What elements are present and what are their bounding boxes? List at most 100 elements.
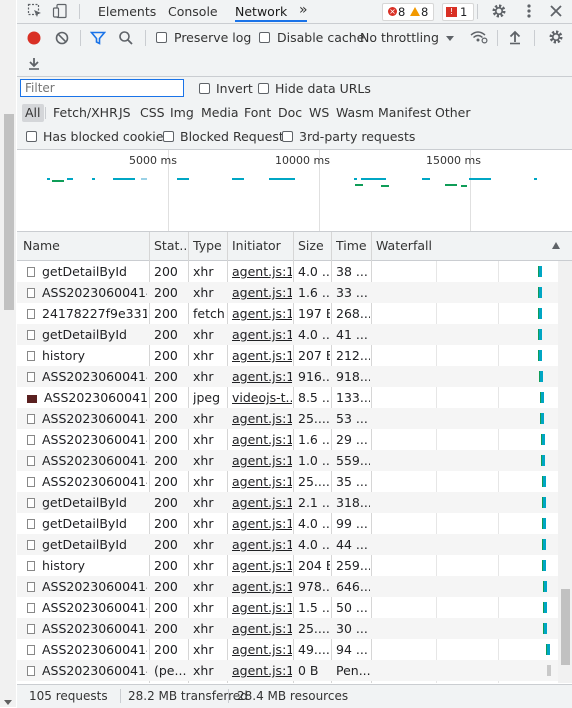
- invert-label[interactable]: Invert: [216, 81, 253, 96]
- request-name-cell[interactable]: ASS20230600414...: [27, 408, 147, 429]
- issues-counter[interactable]: ! 1: [442, 3, 474, 21]
- request-initiator[interactable]: agent.js:1: [232, 639, 292, 660]
- type-all[interactable]: All: [22, 104, 44, 122]
- error-warning-counter[interactable]: × 8 8: [382, 3, 434, 21]
- hide-data-urls-label[interactable]: Hide data URLs: [275, 81, 371, 96]
- tab-console[interactable]: Console: [168, 4, 218, 20]
- request-name-cell[interactable]: ASS20230600414...: [27, 660, 147, 681]
- type-css[interactable]: CSS: [137, 104, 168, 122]
- throttling-select[interactable]: No throttling: [360, 30, 439, 45]
- request-name-cell[interactable]: getDetailById: [27, 513, 147, 534]
- tab-network[interactable]: Network: [235, 4, 287, 20]
- blocked-cookies-label[interactable]: Has blocked cookies: [43, 129, 170, 144]
- request-initiator[interactable]: agent.js:1: [232, 408, 292, 429]
- page-scrollbar-thumb[interactable]: [4, 114, 14, 310]
- request-initiator[interactable]: agent.js:1: [232, 429, 292, 450]
- column-initiator[interactable]: Initiator: [232, 232, 292, 260]
- table-row[interactable]: ASS20230600414... 200 xhr agent.js:1 1.6 ...…: [17, 429, 558, 450]
- table-row[interactable]: ASS20230600414... 200 xhr agent.js:1 1.5 ...…: [17, 597, 558, 618]
- request-name-cell[interactable]: 24178227f9e331...: [27, 303, 147, 324]
- table-row[interactable]: ASS20230600414... 200 xhr agent.js:1 25.... 3…: [17, 471, 558, 492]
- search-icon[interactable]: [118, 30, 134, 46]
- table-scrollbar-thumb[interactable]: [561, 589, 570, 665]
- table-row[interactable]: getDetailById 200 xhr agent.js:1 4.0 ... 41 .…: [17, 324, 558, 345]
- preserve-log-label[interactable]: Preserve log: [174, 30, 251, 45]
- column-type[interactable]: Type: [193, 232, 227, 260]
- request-initiator[interactable]: agent.js:1: [232, 303, 292, 324]
- request-initiator[interactable]: agent.js:1: [232, 576, 292, 597]
- scroll-down-arrow-icon[interactable]: [4, 700, 12, 705]
- request-name-cell[interactable]: ASS20230600414...: [27, 618, 147, 639]
- table-row[interactable]: getDetailById 200 xhr agent.js:1 4.0 ... 38 .…: [17, 261, 558, 282]
- request-name-cell[interactable]: getDetailById: [27, 492, 147, 513]
- network-conditions-icon[interactable]: [470, 29, 488, 45]
- clear-icon[interactable]: [54, 30, 70, 46]
- request-initiator[interactable]: agent.js:1: [232, 660, 292, 681]
- device-toolbar-icon[interactable]: [52, 3, 68, 19]
- table-row[interactable]: getDetailById 200 xhr agent.js:1 4.0 ... 44 .…: [17, 534, 558, 555]
- request-name-cell[interactable]: getDetailById: [27, 534, 147, 555]
- request-initiator[interactable]: videojs-t...: [232, 387, 292, 408]
- type-ws[interactable]: WS: [306, 104, 332, 122]
- type-font[interactable]: Font: [241, 104, 274, 122]
- table-row[interactable]: ASS20230600414... 200 xhr agent.js:1 1.0 ...…: [17, 450, 558, 471]
- hide-data-urls-checkbox[interactable]: [258, 83, 269, 94]
- table-row[interactable]: history 200 xhr agent.js:1 207 B 212...: [17, 345, 558, 366]
- request-initiator[interactable]: agent.js:1: [232, 450, 292, 471]
- network-settings-gear-icon[interactable]: [548, 29, 564, 45]
- request-name-cell[interactable]: history: [27, 555, 147, 576]
- table-row[interactable]: ASS20230600414... (pe... xhr agent.js:1 0 B P…: [17, 660, 558, 681]
- request-name-cell[interactable]: ASS20230600414...: [27, 576, 147, 597]
- table-row[interactable]: ASS20230600414... 200 xhr agent.js:1 1.6 ...…: [17, 282, 558, 303]
- tab-elements[interactable]: Elements: [98, 4, 156, 20]
- request-initiator[interactable]: agent.js:1: [232, 261, 292, 282]
- request-initiator[interactable]: agent.js:1: [232, 513, 292, 534]
- page-scrollbar[interactable]: [0, 0, 16, 707]
- request-name-cell[interactable]: ASS20230600414...: [27, 471, 147, 492]
- invert-checkbox[interactable]: [199, 83, 210, 94]
- blocked-requests-label[interactable]: Blocked Requests: [180, 129, 290, 144]
- column-size[interactable]: Size: [298, 232, 330, 260]
- request-initiator[interactable]: agent.js:1: [232, 492, 292, 513]
- blocked-requests-checkbox[interactable]: [163, 131, 174, 142]
- third-party-checkbox[interactable]: [282, 131, 293, 142]
- table-row[interactable]: getDetailById 200 xhr agent.js:1 2.1 ... 318.…: [17, 492, 558, 513]
- preserve-log-checkbox[interactable]: [156, 32, 167, 43]
- request-name-cell[interactable]: getDetailById: [27, 261, 147, 282]
- request-initiator[interactable]: agent.js:1: [232, 618, 292, 639]
- table-row[interactable]: ASS20230600414... 200 jpeg videojs-t... 8.5 …: [17, 387, 558, 408]
- request-name-cell[interactable]: getDetailById: [27, 324, 147, 345]
- type-fetch-xhr[interactable]: Fetch/XHR: [50, 104, 121, 122]
- column-name[interactable]: Name: [23, 232, 148, 260]
- table-row[interactable]: ASS20230600414... 200 xhr agent.js:1 25.... 3…: [17, 618, 558, 639]
- more-tabs-icon[interactable]: »: [299, 2, 308, 18]
- request-name-cell[interactable]: ASS20230600414...: [27, 387, 147, 408]
- customize-menu-icon[interactable]: [521, 3, 537, 19]
- table-row[interactable]: getDetailById 200 xhr agent.js:1 4.0 ... 99 .…: [17, 513, 558, 534]
- type-doc[interactable]: Doc: [275, 104, 305, 122]
- disable-cache-checkbox[interactable]: [259, 32, 270, 43]
- type-img[interactable]: Img: [167, 104, 197, 122]
- request-initiator[interactable]: agent.js:1: [232, 471, 292, 492]
- type-other[interactable]: Other: [432, 104, 474, 122]
- table-scrollbar[interactable]: [558, 261, 572, 683]
- request-name-cell[interactable]: ASS20230600414...: [27, 597, 147, 618]
- record-icon[interactable]: [26, 30, 42, 46]
- disable-cache-label[interactable]: Disable cache: [277, 30, 364, 45]
- type-wasm[interactable]: Wasm: [333, 104, 377, 122]
- request-name-cell[interactable]: ASS20230600414...: [27, 639, 147, 660]
- table-row[interactable]: ASS20230600414... 200 xhr agent.js:1 49.... 9…: [17, 639, 558, 660]
- table-row[interactable]: ASS20230600414... 200 xhr agent.js:1 916... 9…: [17, 366, 558, 387]
- chevron-down-icon[interactable]: [446, 36, 454, 41]
- request-initiator[interactable]: agent.js:1: [232, 555, 292, 576]
- filter-icon[interactable]: [90, 30, 106, 46]
- request-initiator[interactable]: agent.js:1: [232, 597, 292, 618]
- settings-gear-icon[interactable]: [491, 3, 507, 19]
- request-name-cell[interactable]: ASS20230600414...: [27, 450, 147, 471]
- filter-input[interactable]: [20, 79, 184, 97]
- network-overview-timeline[interactable]: 5000 ms 10000 ms 15000 ms: [17, 150, 572, 232]
- sort-ascending-icon[interactable]: [552, 242, 560, 249]
- request-name-cell[interactable]: ASS20230600414...: [27, 366, 147, 387]
- column-waterfall[interactable]: Waterfall: [376, 232, 456, 260]
- type-js[interactable]: JS: [116, 104, 134, 122]
